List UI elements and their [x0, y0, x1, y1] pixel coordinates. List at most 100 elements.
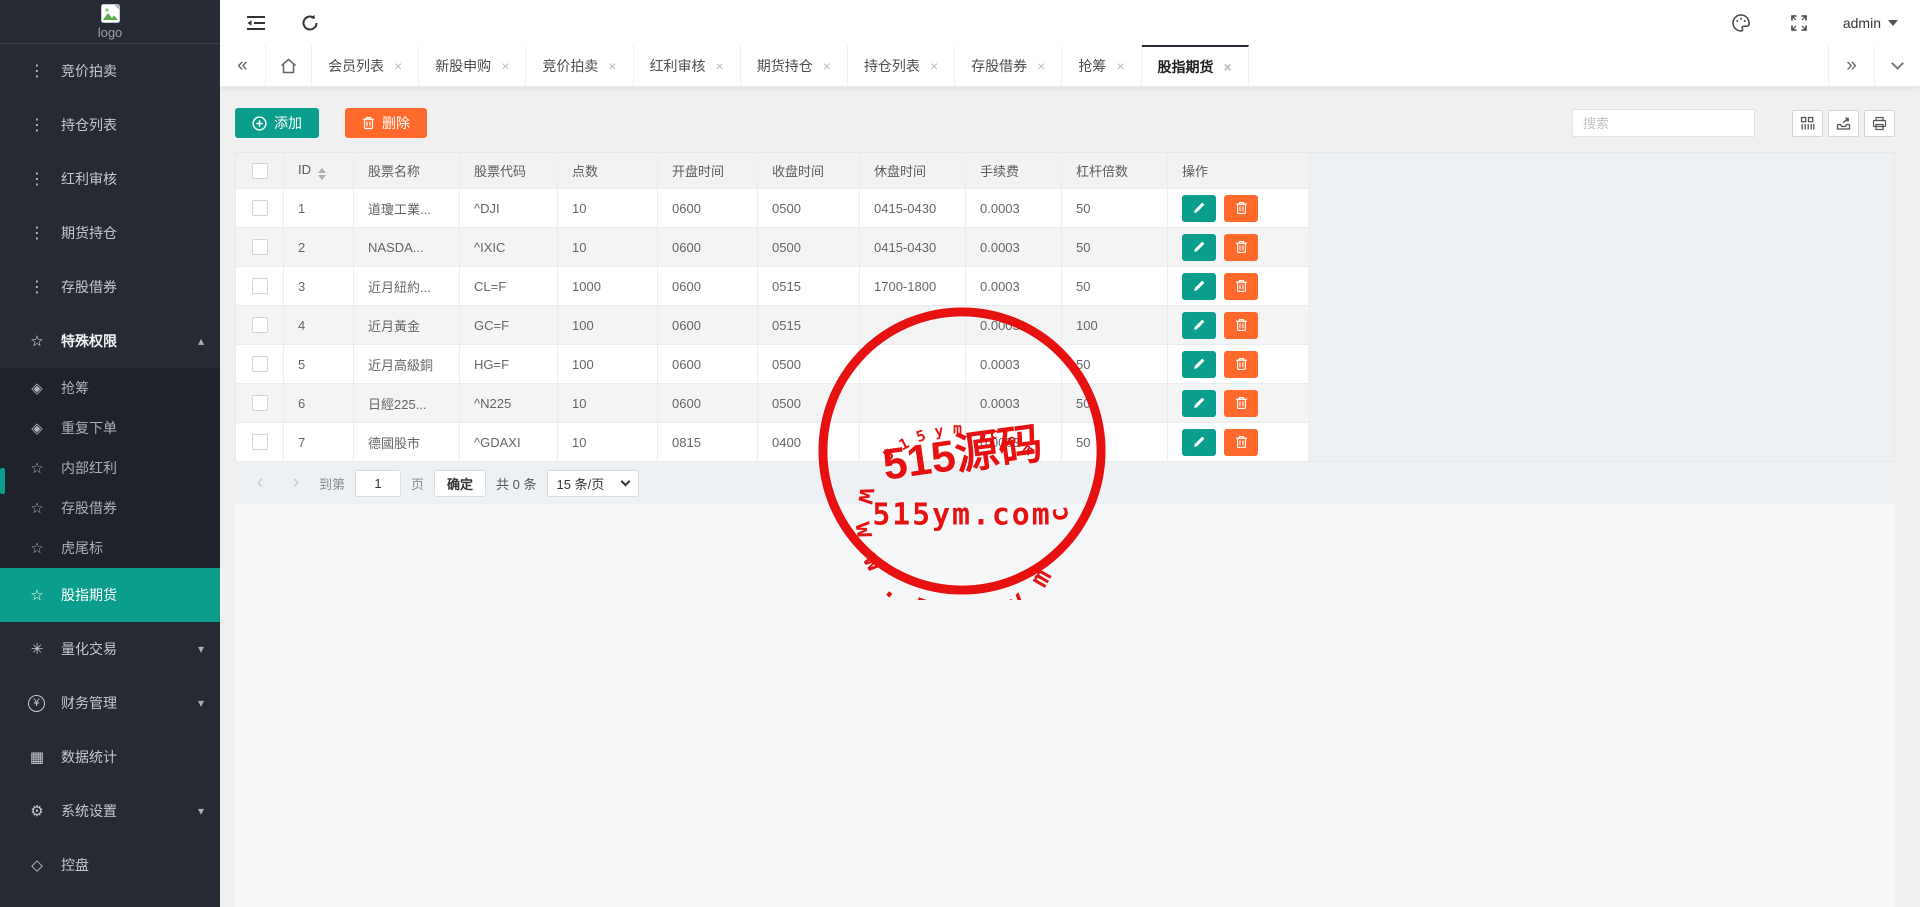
edit-row-button[interactable] — [1182, 234, 1216, 261]
row-checkbox[interactable] — [252, 239, 268, 255]
select-all-checkbox[interactable] — [252, 163, 268, 179]
edit-row-button[interactable] — [1182, 273, 1216, 300]
sidebar: logo ⋮竞价拍卖⋮持仓列表⋮红利审核⋮期货持仓⋮存股借券☆特殊权限▴◈抢筹◈… — [0, 0, 220, 907]
sidebar-item-虎尾标[interactable]: ☆虎尾标 — [0, 528, 220, 568]
sidebar-item-竞价拍卖[interactable]: ⋮竞价拍卖 — [0, 44, 220, 98]
refresh-icon[interactable] — [296, 9, 324, 37]
sidebar-item-特殊权限[interactable]: ☆特殊权限▴ — [0, 314, 220, 368]
cell-fee: 0.0003 — [966, 189, 1062, 228]
app-window: logo ⋮竞价拍卖⋮持仓列表⋮红利审核⋮期货持仓⋮存股借券☆特殊权限▴◈抢筹◈… — [0, 0, 1920, 907]
sidebar-item-label: 存股借券 — [61, 277, 117, 297]
tab-close-icon[interactable]: × — [1224, 59, 1232, 75]
page-number-input[interactable] — [355, 470, 401, 497]
sidebar-item-期货持仓[interactable]: ⋮期货持仓 — [0, 206, 220, 260]
delete-row-button[interactable] — [1224, 234, 1258, 261]
toolbar-right — [1572, 109, 1895, 137]
col-header: 点数 — [558, 153, 658, 189]
cell-open_time: 0600 — [658, 189, 758, 228]
sidebar-item-内部红利[interactable]: ☆内部红利 — [0, 448, 220, 488]
edit-row-button[interactable] — [1182, 195, 1216, 222]
tab-close-icon[interactable]: × — [608, 58, 616, 74]
tab-label: 存股借券 — [971, 56, 1027, 76]
sidebar-item-财务管理[interactable]: ¥财务管理▾ — [0, 676, 220, 730]
cell-close_time: 0400 — [758, 423, 860, 462]
page-size-select[interactable]: 15 条/页 — [547, 470, 639, 497]
col-header-label: 手续费 — [980, 164, 1019, 179]
delete-row-button[interactable] — [1224, 390, 1258, 417]
delete-row-button[interactable] — [1224, 312, 1258, 339]
cell-code: ^DJI — [460, 189, 558, 228]
tabs-scroll-left-button[interactable]: « — [220, 45, 266, 86]
sidebar-item-持仓列表[interactable]: ⋮持仓列表 — [0, 98, 220, 152]
theme-palette-icon[interactable] — [1727, 9, 1755, 37]
sort-icon[interactable] — [318, 168, 326, 180]
confirm-page-button[interactable]: 确定 — [434, 470, 486, 497]
edit-row-button[interactable] — [1182, 351, 1216, 378]
delete-row-button[interactable] — [1224, 351, 1258, 378]
edit-row-button[interactable] — [1182, 390, 1216, 417]
tab-close-icon[interactable]: × — [823, 58, 831, 74]
tab-close-icon[interactable]: × — [1116, 58, 1124, 74]
row-checkbox[interactable] — [252, 356, 268, 372]
tab-抢筹[interactable]: 抢筹× — [1062, 45, 1141, 86]
sidebar-item-label: 虎尾标 — [61, 538, 103, 558]
print-icon[interactable] — [1864, 110, 1895, 137]
tab-持仓列表[interactable]: 持仓列表× — [848, 45, 955, 86]
home-tab-button[interactable] — [266, 45, 312, 86]
tab-close-icon[interactable]: × — [930, 58, 938, 74]
tab-红利审核[interactable]: 红利审核× — [634, 45, 741, 86]
sidebar-scrollbar-thumb[interactable] — [0, 468, 5, 494]
delete-button[interactable]: 删除 — [345, 108, 427, 138]
collapse-menu-icon[interactable] — [242, 9, 270, 37]
columns-filter-icon[interactable] — [1792, 110, 1823, 137]
tab-竞价拍卖[interactable]: 竞价拍卖× — [526, 45, 633, 86]
delete-row-button[interactable] — [1224, 273, 1258, 300]
tab-close-icon[interactable]: × — [1037, 58, 1045, 74]
edit-row-button[interactable] — [1182, 312, 1216, 339]
tab-close-icon[interactable]: × — [394, 58, 402, 74]
page-suffix-label: 页 — [411, 474, 424, 493]
tab-期货持仓[interactable]: 期货持仓× — [741, 45, 848, 86]
sidebar-item-量化交易[interactable]: ✳量化交易▾ — [0, 622, 220, 676]
row-checkbox[interactable] — [252, 395, 268, 411]
row-checkbox[interactable] — [252, 278, 268, 294]
row-checkbox[interactable] — [252, 200, 268, 216]
sidebar-item-红利审核[interactable]: ⋮红利审核 — [0, 152, 220, 206]
tab-新股申购[interactable]: 新股申购× — [419, 45, 526, 86]
prev-page-button[interactable]: ‹ — [247, 472, 273, 494]
tab-会员列表[interactable]: 会员列表× — [312, 45, 419, 86]
tab-close-icon[interactable]: × — [501, 58, 509, 74]
sidebar-item-label: 存股借券 — [61, 498, 117, 518]
sidebar-item-存股借券[interactable]: ⋮存股借券 — [0, 260, 220, 314]
sidebar-item-重复下单[interactable]: ◈重复下单 — [0, 408, 220, 448]
col-header: ID — [284, 153, 354, 189]
sidebar-item-抢筹[interactable]: ◈抢筹 — [0, 368, 220, 408]
admin-menu[interactable]: admin — [1843, 15, 1898, 31]
add-button[interactable]: 添加 — [235, 108, 319, 138]
sidebar-item-存股借券[interactable]: ☆存股借券 — [0, 488, 220, 528]
sidebar-item-控盘[interactable]: ◇控盘 — [0, 838, 220, 892]
delete-row-button[interactable] — [1224, 195, 1258, 222]
tab-close-icon[interactable]: × — [716, 58, 724, 74]
trash-icon — [1235, 201, 1248, 215]
col-header: 手续费 — [966, 153, 1062, 189]
tabs-more-button[interactable] — [1874, 45, 1920, 86]
search-input[interactable] — [1572, 109, 1755, 137]
tabs-scroll-right-button[interactable]: » — [1828, 45, 1874, 86]
sidebar-item-系统设置[interactable]: ⚙系统设置▾ — [0, 784, 220, 838]
tab-股指期货[interactable]: 股指期货× — [1142, 45, 1249, 86]
row-checkbox[interactable] — [252, 317, 268, 333]
sidebar-item-数据统计[interactable]: ▦数据统计 — [0, 730, 220, 784]
row-checkbox[interactable] — [252, 434, 268, 450]
cell-open_time: 0600 — [658, 345, 758, 384]
fullscreen-icon[interactable] — [1785, 9, 1813, 37]
next-page-button[interactable]: › — [283, 472, 309, 494]
cell-id: 1 — [284, 189, 354, 228]
delete-row-button[interactable] — [1224, 429, 1258, 456]
sidebar-item-label: 竞价拍卖 — [61, 61, 117, 81]
export-icon[interactable] — [1828, 110, 1859, 137]
sidebar-item-股指期货[interactable]: ☆股指期货 — [0, 568, 220, 622]
tab-存股借券[interactable]: 存股借券 × — [955, 45, 1062, 86]
yen-icon: ¥ — [28, 695, 45, 712]
edit-row-button[interactable] — [1182, 429, 1216, 456]
